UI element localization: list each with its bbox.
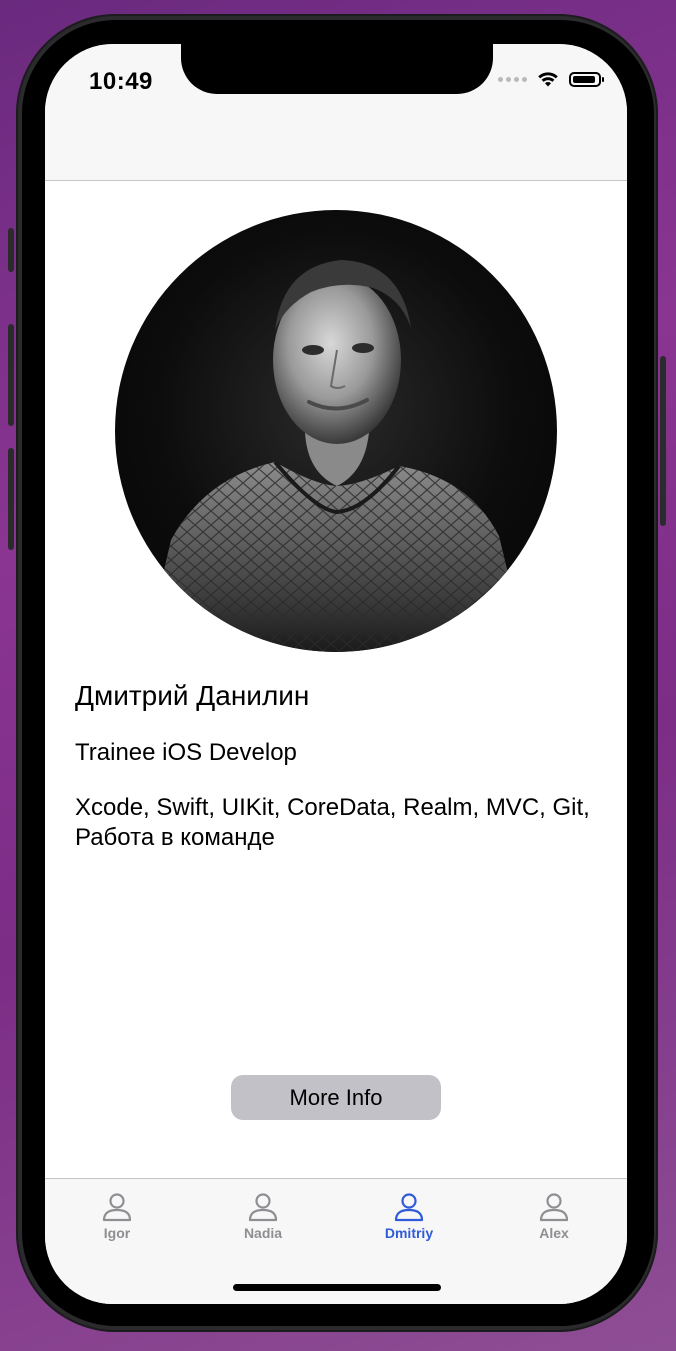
device-notch [181,44,493,94]
person-icon [394,1193,424,1222]
tab-alex[interactable]: Alex [504,1191,604,1241]
profile-position: Trainee iOS Develop [75,739,297,766]
status-indicators [498,71,604,88]
app-screen: 10:49 Дмитрий Данилин Trainee iOS Develo… [45,44,627,1304]
home-indicator[interactable] [233,1284,441,1291]
tab-label: Igor [103,1225,131,1241]
volume-down-button [8,448,14,550]
wifi-icon [538,72,558,87]
profile-name: Дмитрий Данилин [75,680,310,711]
tab-dmitriy[interactable]: Dmitriy [359,1191,459,1241]
tab-igor[interactable]: Igor [67,1191,167,1241]
person-icon [102,1193,132,1222]
tab-nadia[interactable]: Nadia [213,1191,313,1241]
more-info-button[interactable]: More Info [231,1075,441,1120]
tab-label: Dmitriy [384,1225,434,1241]
person-photo-silhouette [145,260,527,652]
volume-up-button [8,324,14,426]
power-button [660,356,666,526]
person-icon [539,1193,569,1222]
silent-switch [8,228,14,272]
cellular-signal-icon [498,77,527,82]
tab-label: Nadia [243,1225,283,1241]
tab-label: Alex [539,1225,569,1241]
profile-photo [115,210,557,652]
status-time: 10:49 [89,68,153,95]
profile-skills: Xcode, Swift, UIKit, CoreData, Realm, MV… [75,794,590,851]
person-icon [248,1193,278,1222]
battery-icon [569,72,604,87]
